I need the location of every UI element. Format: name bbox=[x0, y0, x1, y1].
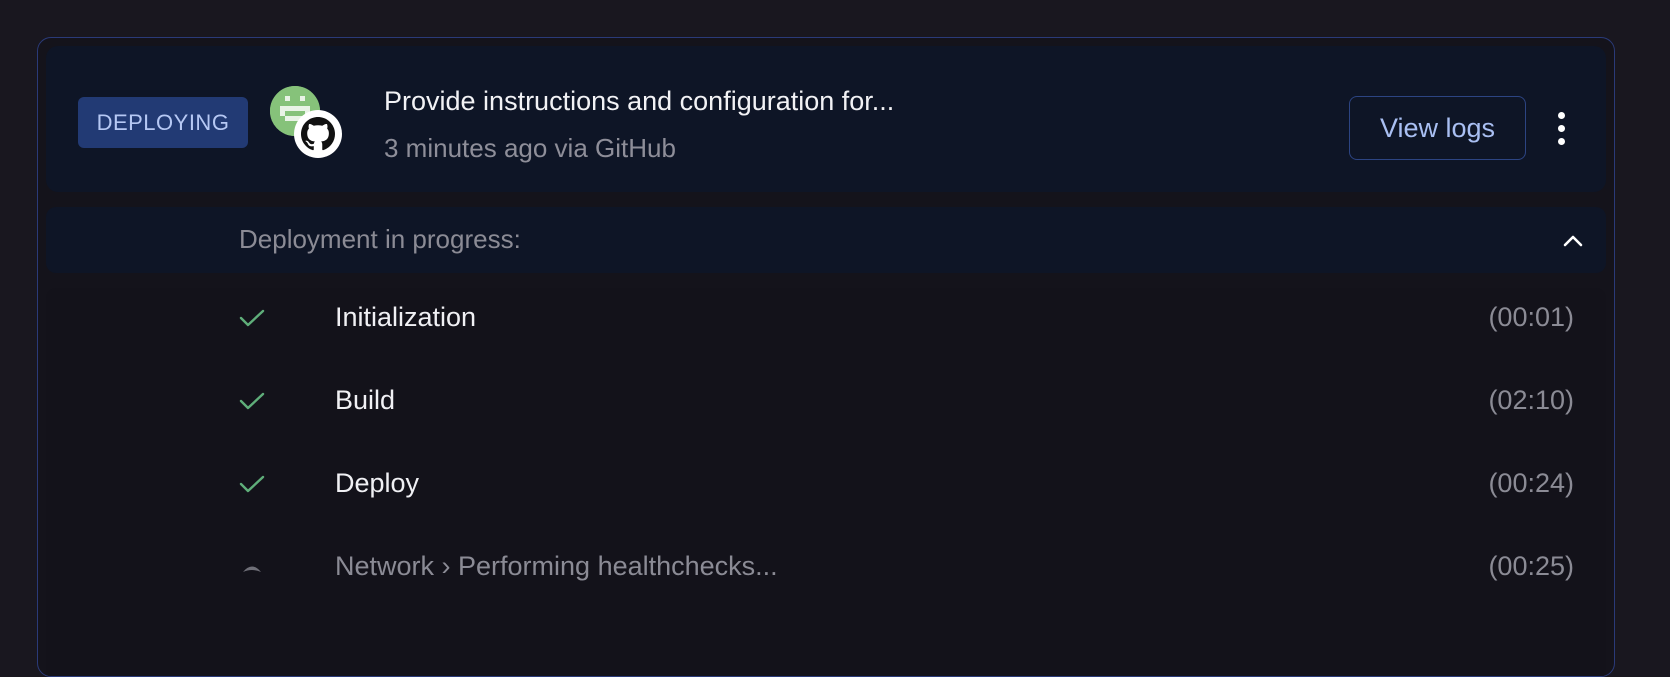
chevron-up-icon[interactable] bbox=[1561, 229, 1585, 253]
step-duration: (00:25) bbox=[1488, 551, 1574, 581]
status-badge: DEPLOYING bbox=[78, 97, 248, 148]
kebab-menu-icon[interactable] bbox=[1546, 102, 1576, 154]
check-icon bbox=[239, 309, 265, 327]
step-row: Build (02:10) bbox=[46, 371, 1606, 431]
step-label: Build bbox=[335, 385, 396, 415]
spinner-icon bbox=[243, 566, 261, 572]
progress-toggle[interactable]: Deployment in progress: bbox=[46, 207, 1606, 273]
step-row: Initialization (00:01) bbox=[46, 288, 1606, 348]
step-label: Deploy bbox=[335, 468, 420, 498]
avatar-group bbox=[270, 86, 342, 158]
check-icon bbox=[239, 475, 265, 493]
view-logs-button[interactable]: View logs bbox=[1349, 96, 1526, 160]
deployment-title[interactable]: Provide instructions and configuration f… bbox=[384, 86, 894, 117]
step-label: Initialization bbox=[335, 302, 477, 332]
progress-label: Deployment in progress: bbox=[239, 224, 521, 254]
step-duration: (02:10) bbox=[1488, 385, 1574, 415]
deployment-card: DEPLOYING Provide instructions and confi… bbox=[37, 37, 1615, 677]
step-label: Network › Performing healthchecks... bbox=[335, 551, 778, 581]
check-icon bbox=[239, 392, 265, 410]
step-row: Network › Performing healthchecks... (00… bbox=[46, 537, 1606, 597]
deployment-steps-list: Initialization (00:01) Build (02:10) Dep… bbox=[46, 288, 1606, 676]
step-row: Deploy (00:24) bbox=[46, 454, 1606, 514]
deployment-header: DEPLOYING Provide instructions and confi… bbox=[46, 46, 1606, 192]
step-duration: (00:01) bbox=[1488, 302, 1574, 332]
deployment-meta: 3 minutes ago via GitHub bbox=[384, 133, 676, 163]
step-duration: (00:24) bbox=[1488, 468, 1574, 498]
github-icon bbox=[294, 110, 342, 158]
